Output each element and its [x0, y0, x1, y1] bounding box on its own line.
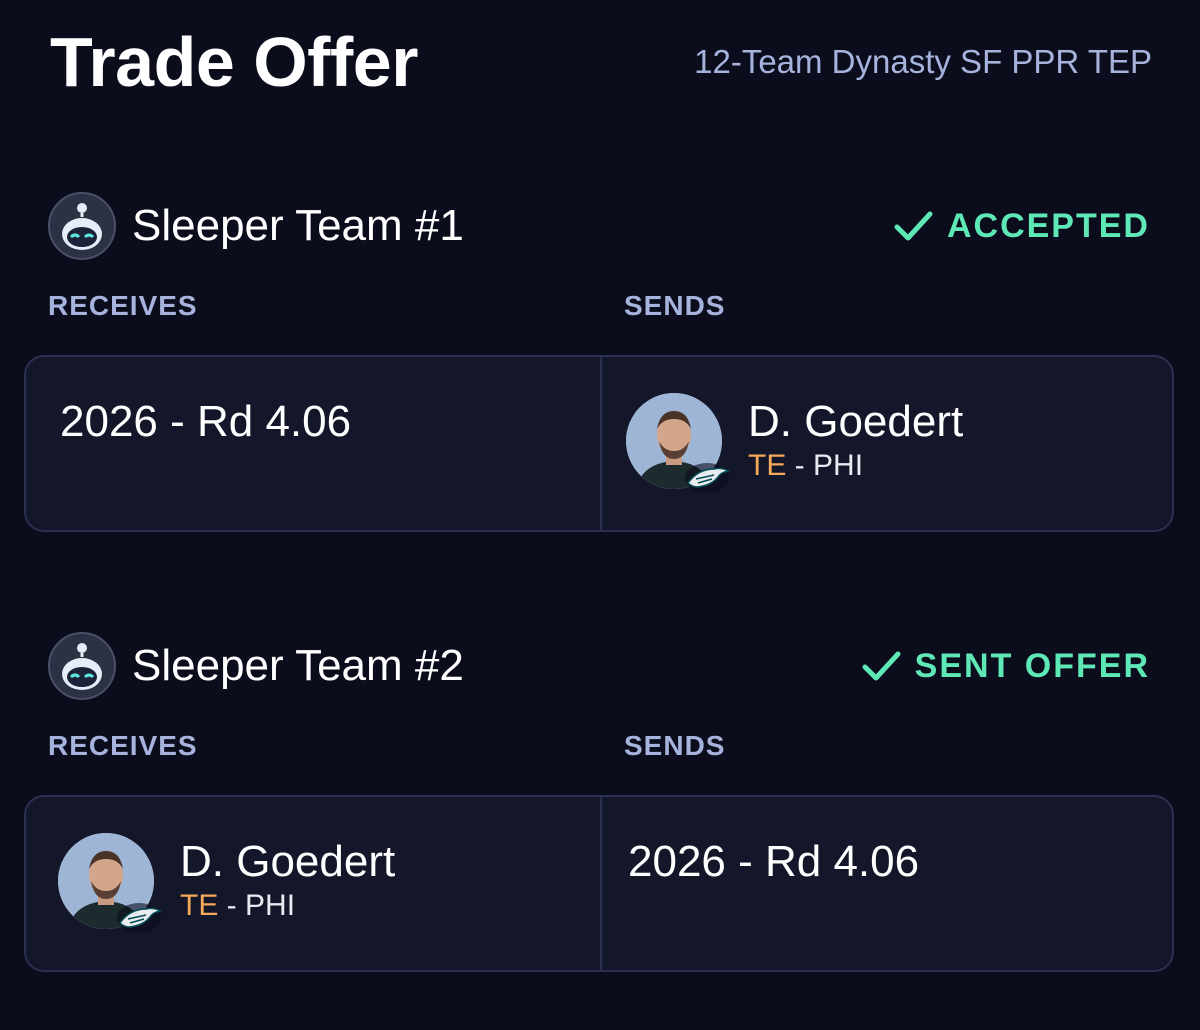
separator: -	[786, 449, 814, 482]
trade-panel: D. Goedert TE - PHI 2026 - Rd 4.06	[24, 795, 1174, 972]
team-header[interactable]: Sleeper Team #1	[48, 190, 464, 262]
page-title: Trade Offer	[50, 23, 418, 101]
player-position-team: TE - PHI	[748, 449, 963, 483]
eagles-logo-icon	[117, 903, 162, 933]
divider	[600, 797, 602, 970]
status-badge: SENT OFFER	[859, 644, 1150, 688]
status-text: ACCEPTED	[946, 206, 1150, 245]
trade-panel: 2026 - Rd 4.06 D. Goedert TE - PHI	[24, 355, 1174, 532]
sleeper-mascot-icon	[62, 203, 102, 250]
separator: -	[218, 889, 246, 922]
team-section-1: Sleeper Team #1 ACCEPTED RECEIVES SENDS …	[0, 190, 1200, 590]
league-settings: 12-Team Dynasty SF PPR TEP	[694, 43, 1152, 80]
sends-label: SENDS	[624, 730, 726, 761]
team-name: Sleeper Team #2	[132, 641, 464, 690]
status-badge: ACCEPTED	[891, 204, 1150, 248]
team-avatar	[48, 192, 116, 260]
player-team: PHI	[245, 889, 296, 922]
sends-label: SENDS	[624, 290, 726, 321]
receives-label: RECEIVES	[48, 290, 198, 321]
player-name: D. Goedert	[180, 837, 396, 886]
status-text: SENT OFFER	[914, 646, 1150, 685]
team-header[interactable]: Sleeper Team #2	[48, 630, 464, 702]
player-team: PHI	[813, 449, 864, 482]
check-icon	[894, 211, 933, 241]
player-card[interactable]: D. Goedert TE - PHI	[58, 833, 396, 933]
sleeper-mascot-icon	[62, 643, 102, 690]
player-name: D. Goedert	[748, 397, 964, 446]
draft-pick[interactable]: 2026 - Rd 4.06	[628, 837, 919, 887]
divider	[600, 357, 602, 530]
eagles-logo-icon	[685, 463, 730, 493]
player-headshot	[58, 833, 162, 933]
receives-label: RECEIVES	[48, 730, 198, 761]
player-headshot	[626, 393, 730, 493]
team-name: Sleeper Team #1	[132, 201, 464, 250]
player-position: TE	[180, 889, 219, 922]
player-card[interactable]: D. Goedert TE - PHI	[626, 393, 964, 493]
player-position-team: TE - PHI	[180, 889, 395, 923]
team-section-2: Sleeper Team #2 SENT OFFER RECEIVES SEND…	[0, 630, 1200, 1030]
check-icon	[862, 651, 901, 681]
player-position: TE	[748, 449, 787, 482]
draft-pick[interactable]: 2026 - Rd 4.06	[60, 397, 351, 447]
team-avatar	[48, 632, 116, 700]
